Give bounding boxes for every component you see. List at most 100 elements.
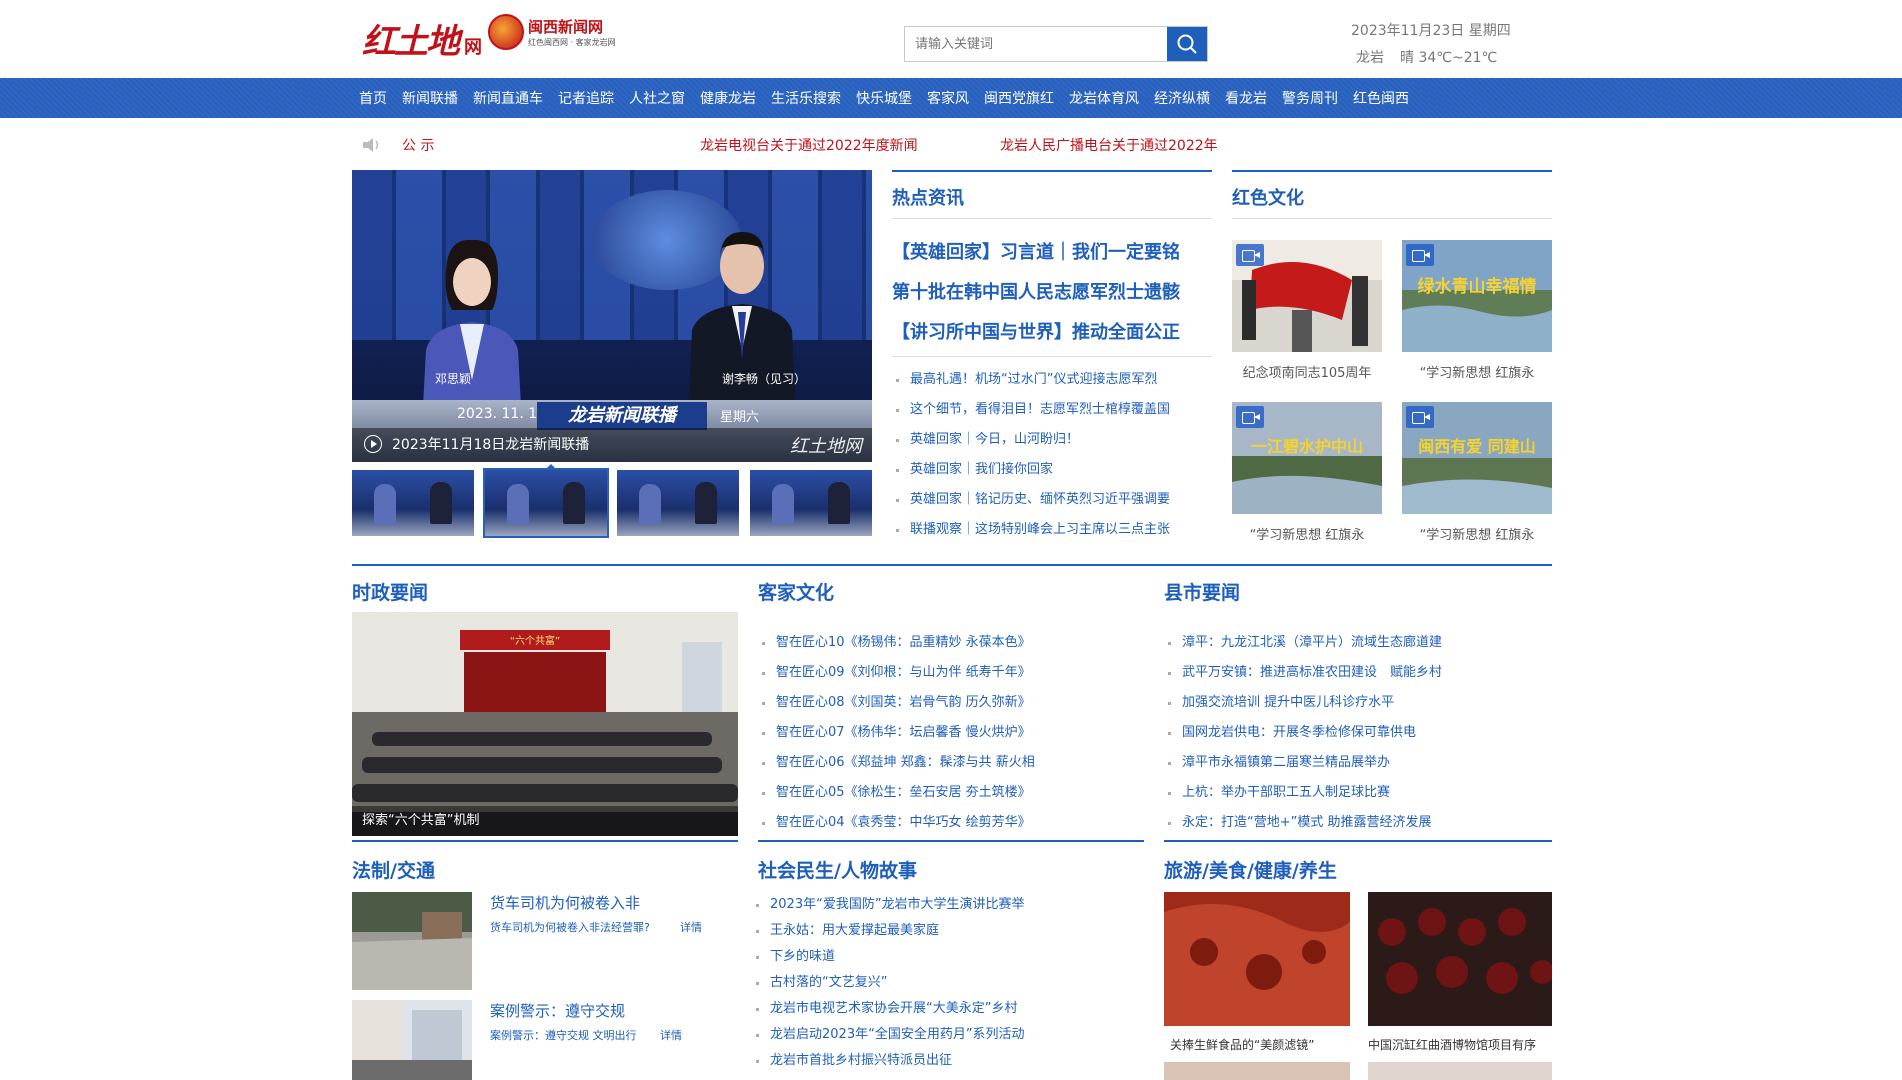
- watermark: 红土地网: [790, 436, 862, 457]
- hakka-item[interactable]: 智在匠心09《刘仰根：与山为伴 纸寿千年》: [758, 658, 1035, 688]
- hakka-item[interactable]: 智在匠心04《袁秀莹：中华巧女 绘剪芳华》: [758, 808, 1035, 838]
- hot-news-item[interactable]: 英雄回家｜今日，山河盼归！: [892, 425, 1170, 455]
- law-item-title[interactable]: 案例警示：遵守交规: [490, 1000, 625, 1021]
- hot-news-item[interactable]: 英雄回家｜铭记历史、缅怀英烈习近平强调要: [892, 485, 1170, 515]
- hakka-item[interactable]: 智在匠心08《刘国英：岩骨气韵 历久弥新》: [758, 688, 1035, 718]
- hakka-item[interactable]: 智在匠心10《杨锡伟：品重精妙 永葆本色》: [758, 628, 1035, 658]
- nav-item[interactable]: 警务周刊: [1282, 88, 1338, 108]
- politics-title: 时政要闻: [352, 582, 429, 604]
- meeting-hall-image: “六个共富”: [352, 612, 738, 836]
- society-item[interactable]: 王永姑：用大爱撑起最美家庭: [752, 918, 1025, 944]
- nav-item[interactable]: 新闻联播: [402, 88, 458, 108]
- hot-news-item[interactable]: 联播观察｜这场特别峰会上习主席以三点主张: [892, 515, 1170, 545]
- hakka-divider: [758, 840, 1144, 842]
- video-thumbnail[interactable]: [617, 470, 740, 536]
- hot-headline[interactable]: 第十批在韩中国人民志愿军烈士遗骸: [892, 278, 1180, 304]
- nav-item[interactable]: 生活乐搜索: [771, 88, 841, 108]
- weather-city: 龙岩: [1356, 50, 1384, 66]
- travel-caption[interactable]: 中国沉缸红曲酒博物馆项目有序: [1368, 1036, 1536, 1053]
- law-item-title[interactable]: 货车司机为何被卷入非: [490, 892, 640, 913]
- search-button[interactable]: [1167, 27, 1207, 61]
- video-thumbnail[interactable]: [749, 470, 872, 536]
- red-divider-top: [1232, 170, 1552, 172]
- travel-photo[interactable]: [1368, 892, 1552, 1026]
- nav-item[interactable]: 闽西党旗红: [984, 88, 1054, 108]
- hot-news-item[interactable]: 最高礼遇！机场“过水门”仪式迎接志愿军烈: [892, 365, 1170, 395]
- law-more-link[interactable]: 详情: [680, 919, 702, 935]
- hot-news-item[interactable]: 英雄回家｜我们接你回家: [892, 455, 1170, 485]
- hot-news-item[interactable]: 这个细节，看得泪目！志愿军烈士棺椁覆盖国: [892, 395, 1170, 425]
- notice-label: 公 示: [402, 138, 435, 154]
- county-news-item[interactable]: 加强交流培训 提升中医儿科诊疗水平: [1164, 688, 1442, 718]
- nav-item[interactable]: 红色闽西: [1353, 88, 1409, 108]
- hot-headline[interactable]: 【英雄回家】习言道｜我们一定要铭: [892, 238, 1180, 264]
- red-culture-caption[interactable]: 纪念项南同志105周年: [1232, 362, 1382, 381]
- society-item[interactable]: 下乡的味道: [752, 944, 1025, 970]
- society-item[interactable]: 古村落的“文艺复兴”: [752, 970, 1025, 996]
- law-photo[interactable]: [352, 892, 472, 990]
- travel-caption[interactable]: 关捧生鲜食品的“美颜滤镜”: [1170, 1036, 1314, 1053]
- county-title: 县市要闻: [1164, 582, 1241, 604]
- red-culture-card[interactable]: 闽西有爱 同建山: [1402, 402, 1552, 514]
- society-item[interactable]: 2023年“爱我国防”龙岩市大学生演讲比赛举: [752, 892, 1025, 918]
- weather-text: 晴 34℃~21℃: [1400, 50, 1498, 66]
- overlay-text: 闽西有爱 同建山: [1418, 437, 1536, 456]
- nav-item[interactable]: 快乐城堡: [856, 88, 912, 108]
- law-photo[interactable]: [352, 1000, 472, 1080]
- red-culture-card[interactable]: 一江碧水护中山: [1232, 402, 1382, 514]
- section-divider: [352, 564, 1552, 566]
- society-item[interactable]: 龙岩启动2023年“全国安全用药月”系列活动: [752, 1022, 1025, 1048]
- society-title: 社会民生/人物故事: [758, 860, 917, 882]
- food-image: [1164, 892, 1350, 1026]
- hot-headline[interactable]: 【讲习所中国与世界】推动全面公正: [892, 318, 1180, 344]
- video-camera-icon: [1236, 244, 1264, 266]
- county-divider: [1164, 840, 1552, 842]
- search-box: [904, 26, 1208, 62]
- red-culture-card[interactable]: [1232, 240, 1382, 352]
- society-item[interactable]: 龙岩市电视艺术家协会开展“大美永定”乡村: [752, 996, 1025, 1022]
- hakka-item[interactable]: 智在匠心05《徐松生：垒石安居 夯土筑楼》: [758, 778, 1035, 808]
- county-news-item[interactable]: 漳平：九龙江北溪（漳平片）流域生态廊道建: [1164, 628, 1442, 658]
- wine-jars-image: [1368, 892, 1552, 1026]
- county-news-item[interactable]: 武平万安镇：推进高标准农田建设 赋能乡村: [1164, 658, 1442, 688]
- featured-video[interactable]: 邓思颖 谢李畅（见习） 2023. 11. 18 龙岩新闻联播 星期六 2023…: [352, 170, 872, 462]
- site-header: 红土地网 闽西新闻网 红色闽西网 · 客家龙岩网 2023年11月23日 星期四…: [0, 0, 1902, 78]
- travel-photo[interactable]: [1368, 1062, 1552, 1080]
- nav-item[interactable]: 客家风: [927, 88, 969, 108]
- active-thumbnail-indicator: [545, 464, 557, 470]
- hakka-item[interactable]: 智在匠心06《郑益坤 郑鑫：髹漆与共 薪火相: [758, 748, 1035, 778]
- nav-item[interactable]: 健康龙岩: [700, 88, 756, 108]
- red-culture-card[interactable]: 绿水青山幸福情: [1402, 240, 1552, 352]
- nav-item[interactable]: 人社之窗: [629, 88, 685, 108]
- politics-photo[interactable]: “六个共富” 探索“六个共富”机制: [352, 612, 738, 836]
- hakka-item[interactable]: 智在匠心07《杨伟华：坛启馨香 慢火烘炉》: [758, 718, 1035, 748]
- play-icon[interactable]: [364, 435, 382, 453]
- society-list: 2023年“爱我国防”龙岩市大学生演讲比赛举 王永姑：用大爱撑起最美家庭 下乡的味道…: [752, 892, 1025, 1074]
- search-input[interactable]: [905, 27, 1167, 61]
- county-news-item[interactable]: 国网龙岩供电：开展冬季检修保可靠供电: [1164, 718, 1442, 748]
- county-news-item[interactable]: 漳平市永福镇第二届寒兰精品展举办: [1164, 748, 1442, 778]
- law-more-link[interactable]: 详情: [660, 1027, 682, 1043]
- nav-item[interactable]: 看龙岩: [1225, 88, 1267, 108]
- nav-item[interactable]: 记者追踪: [558, 88, 614, 108]
- society-item[interactable]: 龙岩市首批乡村振兴特派员出征: [752, 1048, 1025, 1074]
- notice-item[interactable]: 龙岩人民广播电台关于通过2022年: [1000, 135, 1218, 155]
- partner-logo[interactable]: 闽西新闻网 红色闽西网 · 客家龙岩网: [488, 14, 616, 50]
- notice-item[interactable]: 龙岩电视台关于通过2022年度新闻: [700, 135, 918, 155]
- nav-item[interactable]: 经济纵横: [1154, 88, 1210, 108]
- nav-item[interactable]: 新闻直通车: [473, 88, 543, 108]
- red-culture-caption[interactable]: “学习新思想 红旗永: [1402, 524, 1552, 543]
- video-thumbnail[interactable]: [352, 470, 474, 536]
- travel-photo[interactable]: [1164, 1062, 1350, 1080]
- red-culture-caption[interactable]: “学习新思想 红旗永: [1402, 362, 1552, 381]
- video-thumbnail[interactable]: [482, 468, 609, 538]
- county-news-item[interactable]: 上杭：举办干部职工五人制足球比赛: [1164, 778, 1442, 808]
- video-thumbnails: [352, 468, 872, 538]
- site-logo[interactable]: 红土地网: [362, 14, 482, 63]
- nav-item[interactable]: 龙岩体育风: [1069, 88, 1139, 108]
- nav-item[interactable]: 首页: [359, 88, 387, 108]
- county-news-item[interactable]: 永定：打造“营地+”模式 助推露营经济发展: [1164, 808, 1442, 838]
- travel-photo[interactable]: [1164, 892, 1350, 1026]
- red-culture-caption[interactable]: “学习新思想 红旗永: [1232, 524, 1382, 543]
- law-item-summary: 案例警示：遵守交规 文明出行: [490, 1029, 637, 1042]
